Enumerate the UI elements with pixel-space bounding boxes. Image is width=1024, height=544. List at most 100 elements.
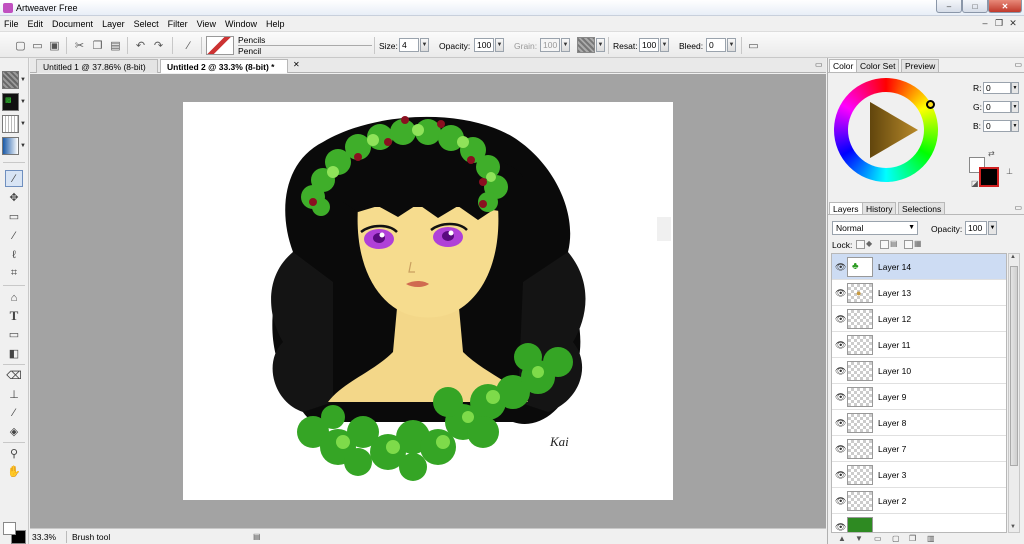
grain-texture-dropdown[interactable]: ▼ <box>596 38 605 52</box>
pattern-dropdown[interactable]: ▼ <box>20 93 26 111</box>
paste-icon[interactable]: ▤ <box>109 39 122 52</box>
layer-row[interactable]: 👁 <box>832 514 1006 532</box>
pattern-swatch[interactable]: ▩ <box>2 93 19 111</box>
lock-transparency-checkbox[interactable] <box>856 240 865 249</box>
layer-row[interactable]: 👁 ♣ Layer 14 <box>832 254 1006 280</box>
gradient-swatch[interactable] <box>2 137 19 155</box>
cut-icon[interactable]: ✂ <box>73 39 86 52</box>
doc-restore-icon[interactable]: ❐ <box>992 17 1006 29</box>
tab-untitled-1[interactable]: Untitled 1 @ 37.86% (8-bit) <box>36 59 158 73</box>
redo-icon[interactable]: ↷ <box>152 39 165 52</box>
blend-mode-select[interactable]: Normal ▼ <box>832 221 918 235</box>
eye-icon[interactable]: 👁 <box>835 470 846 481</box>
duplicate-layer-icon[interactable]: ❐ <box>909 534 916 543</box>
eye-icon[interactable]: 👁 <box>835 418 846 429</box>
size-input[interactable]: 4 <box>399 38 419 52</box>
move-layer-down-icon[interactable]: ▼ <box>855 534 863 543</box>
layer-row[interactable]: 👁 ● Layer 13 <box>832 280 1006 306</box>
doc-minimize-icon[interactable]: – <box>978 17 992 29</box>
delete-layer-icon[interactable]: ▥ <box>927 534 935 543</box>
rect-select-tool-button[interactable]: ▭ <box>5 208 23 225</box>
blue-input[interactable]: 0 <box>983 120 1011 132</box>
layer-row[interactable]: 👁 Layer 11 <box>832 332 1006 358</box>
tab-untitled-2[interactable]: Untitled 2 @ 33.3% (8-bit) * <box>160 59 288 73</box>
maximize-button[interactable]: □ <box>962 0 988 13</box>
lasso-tool-button[interactable]: ℓ <box>5 246 23 263</box>
new-layer-icon[interactable]: ▢ <box>892 534 900 543</box>
hue-selector-knob[interactable] <box>926 100 935 109</box>
eyedropper-tool-button[interactable]: ⁄ <box>5 404 23 421</box>
menu-document[interactable]: Document <box>52 19 93 29</box>
green-dropdown[interactable]: ▼ <box>1011 101 1019 113</box>
color-wheel[interactable] <box>834 78 938 182</box>
brush-tool-icon[interactable]: ∕ <box>182 39 195 52</box>
green-input[interactable]: 0 <box>983 101 1011 113</box>
eye-icon[interactable]: 👁 <box>835 340 846 351</box>
eye-icon[interactable]: 👁 <box>835 444 846 455</box>
clone-stamp-tool-button[interactable]: ⊥ <box>5 386 23 403</box>
menu-layer[interactable]: Layer <box>102 19 125 29</box>
layer-row[interactable]: 👁 Layer 12 <box>832 306 1006 332</box>
eye-icon[interactable]: 👁 <box>835 262 846 273</box>
new-folder-icon[interactable]: ▭ <box>874 534 882 543</box>
open-folder-icon[interactable]: ▭ <box>31 39 44 52</box>
red-dropdown[interactable]: ▼ <box>1011 82 1019 94</box>
perspective-tool-button[interactable]: ⌂ <box>5 289 23 306</box>
crop-tool-button[interactable]: ⌗ <box>5 265 23 282</box>
copy-icon[interactable]: ❐ <box>91 39 104 52</box>
minimize-button[interactable]: – <box>936 0 962 13</box>
layer-list-scrollbar[interactable]: ▲ ▼ <box>1008 253 1020 533</box>
tab-preview[interactable]: Preview <box>901 59 940 72</box>
color-picker-stamp-icon[interactable]: ⊥ <box>1006 167 1013 176</box>
menu-view[interactable]: View <box>197 19 216 29</box>
panel-background-swatch[interactable] <box>979 167 999 187</box>
red-input[interactable]: 0 <box>983 82 1011 94</box>
resat-dropdown[interactable]: ▼ <box>660 38 669 52</box>
undo-icon[interactable]: ↶ <box>134 39 147 52</box>
size-dropdown[interactable]: ▼ <box>420 38 429 52</box>
grain-swatch-small[interactable] <box>2 115 19 133</box>
eye-icon[interactable]: 👁 <box>835 392 846 403</box>
brush-preset-swatch[interactable] <box>206 36 234 55</box>
layer-row[interactable]: 👁 Layer 10 <box>832 358 1006 384</box>
bleed-input[interactable]: 0 <box>706 38 726 52</box>
eye-icon[interactable]: 👁 <box>835 314 846 325</box>
eye-icon[interactable]: 👁 <box>835 288 846 299</box>
menu-window[interactable]: Window <box>225 19 257 29</box>
magic-wand-tool-button[interactable]: ⁄ <box>5 227 23 244</box>
brush-tool-button[interactable]: ∕ <box>5 170 23 187</box>
opacity-input[interactable]: 100 <box>474 38 494 52</box>
scrollbar-thumb[interactable] <box>1010 266 1018 466</box>
eye-icon[interactable]: 👁 <box>835 366 846 377</box>
new-document-icon[interactable]: ▢ <box>14 39 27 52</box>
swap-colors-icon[interactable]: ⇄ <box>988 149 995 158</box>
layer-row[interactable]: 👁 Layer 2 <box>832 488 1006 514</box>
blue-dropdown[interactable]: ▼ <box>1011 120 1019 132</box>
eye-icon[interactable]: 👁 <box>835 496 846 507</box>
shape-tool-button[interactable]: ▭ <box>5 326 23 343</box>
fg-bg-colors[interactable] <box>3 522 27 544</box>
menu-filter[interactable]: Filter <box>168 19 188 29</box>
scroll-down-icon[interactable]: ▼ <box>1010 524 1016 530</box>
lock-position-checkbox[interactable] <box>904 240 913 249</box>
brush-category[interactable]: Pencils <box>238 35 265 45</box>
lock-pixels-checkbox[interactable] <box>880 240 889 249</box>
menu-help[interactable]: Help <box>266 19 285 29</box>
foreground-color-swatch[interactable] <box>3 522 16 535</box>
layer-opacity-dropdown[interactable]: ▼ <box>988 221 997 235</box>
gradient-dropdown[interactable]: ▼ <box>20 137 26 155</box>
layer-opacity-input[interactable]: 100 <box>965 221 987 235</box>
doc-close-icon[interactable]: ✕ <box>1006 17 1020 29</box>
grain-input[interactable]: 100 <box>540 38 560 52</box>
doc-panel-menu-icon[interactable]: ▭ <box>815 60 823 69</box>
text-tool-button[interactable]: T <box>5 307 23 324</box>
grain-texture-swatch[interactable] <box>577 37 595 53</box>
grain-small-dropdown[interactable]: ▼ <box>20 115 26 133</box>
brush-variant[interactable]: Pencil <box>238 46 261 56</box>
canvas-area[interactable]: Kai <box>30 74 826 528</box>
eye-icon[interactable]: 👁 <box>835 522 846 532</box>
layer-row[interactable]: 👁 Layer 7 <box>832 436 1006 462</box>
reset-colors-icon[interactable]: ◪ <box>971 179 979 188</box>
close-button[interactable]: ✕ <box>988 0 1022 13</box>
layers-panel-menu-icon[interactable]: ▭ <box>1014 203 1022 212</box>
